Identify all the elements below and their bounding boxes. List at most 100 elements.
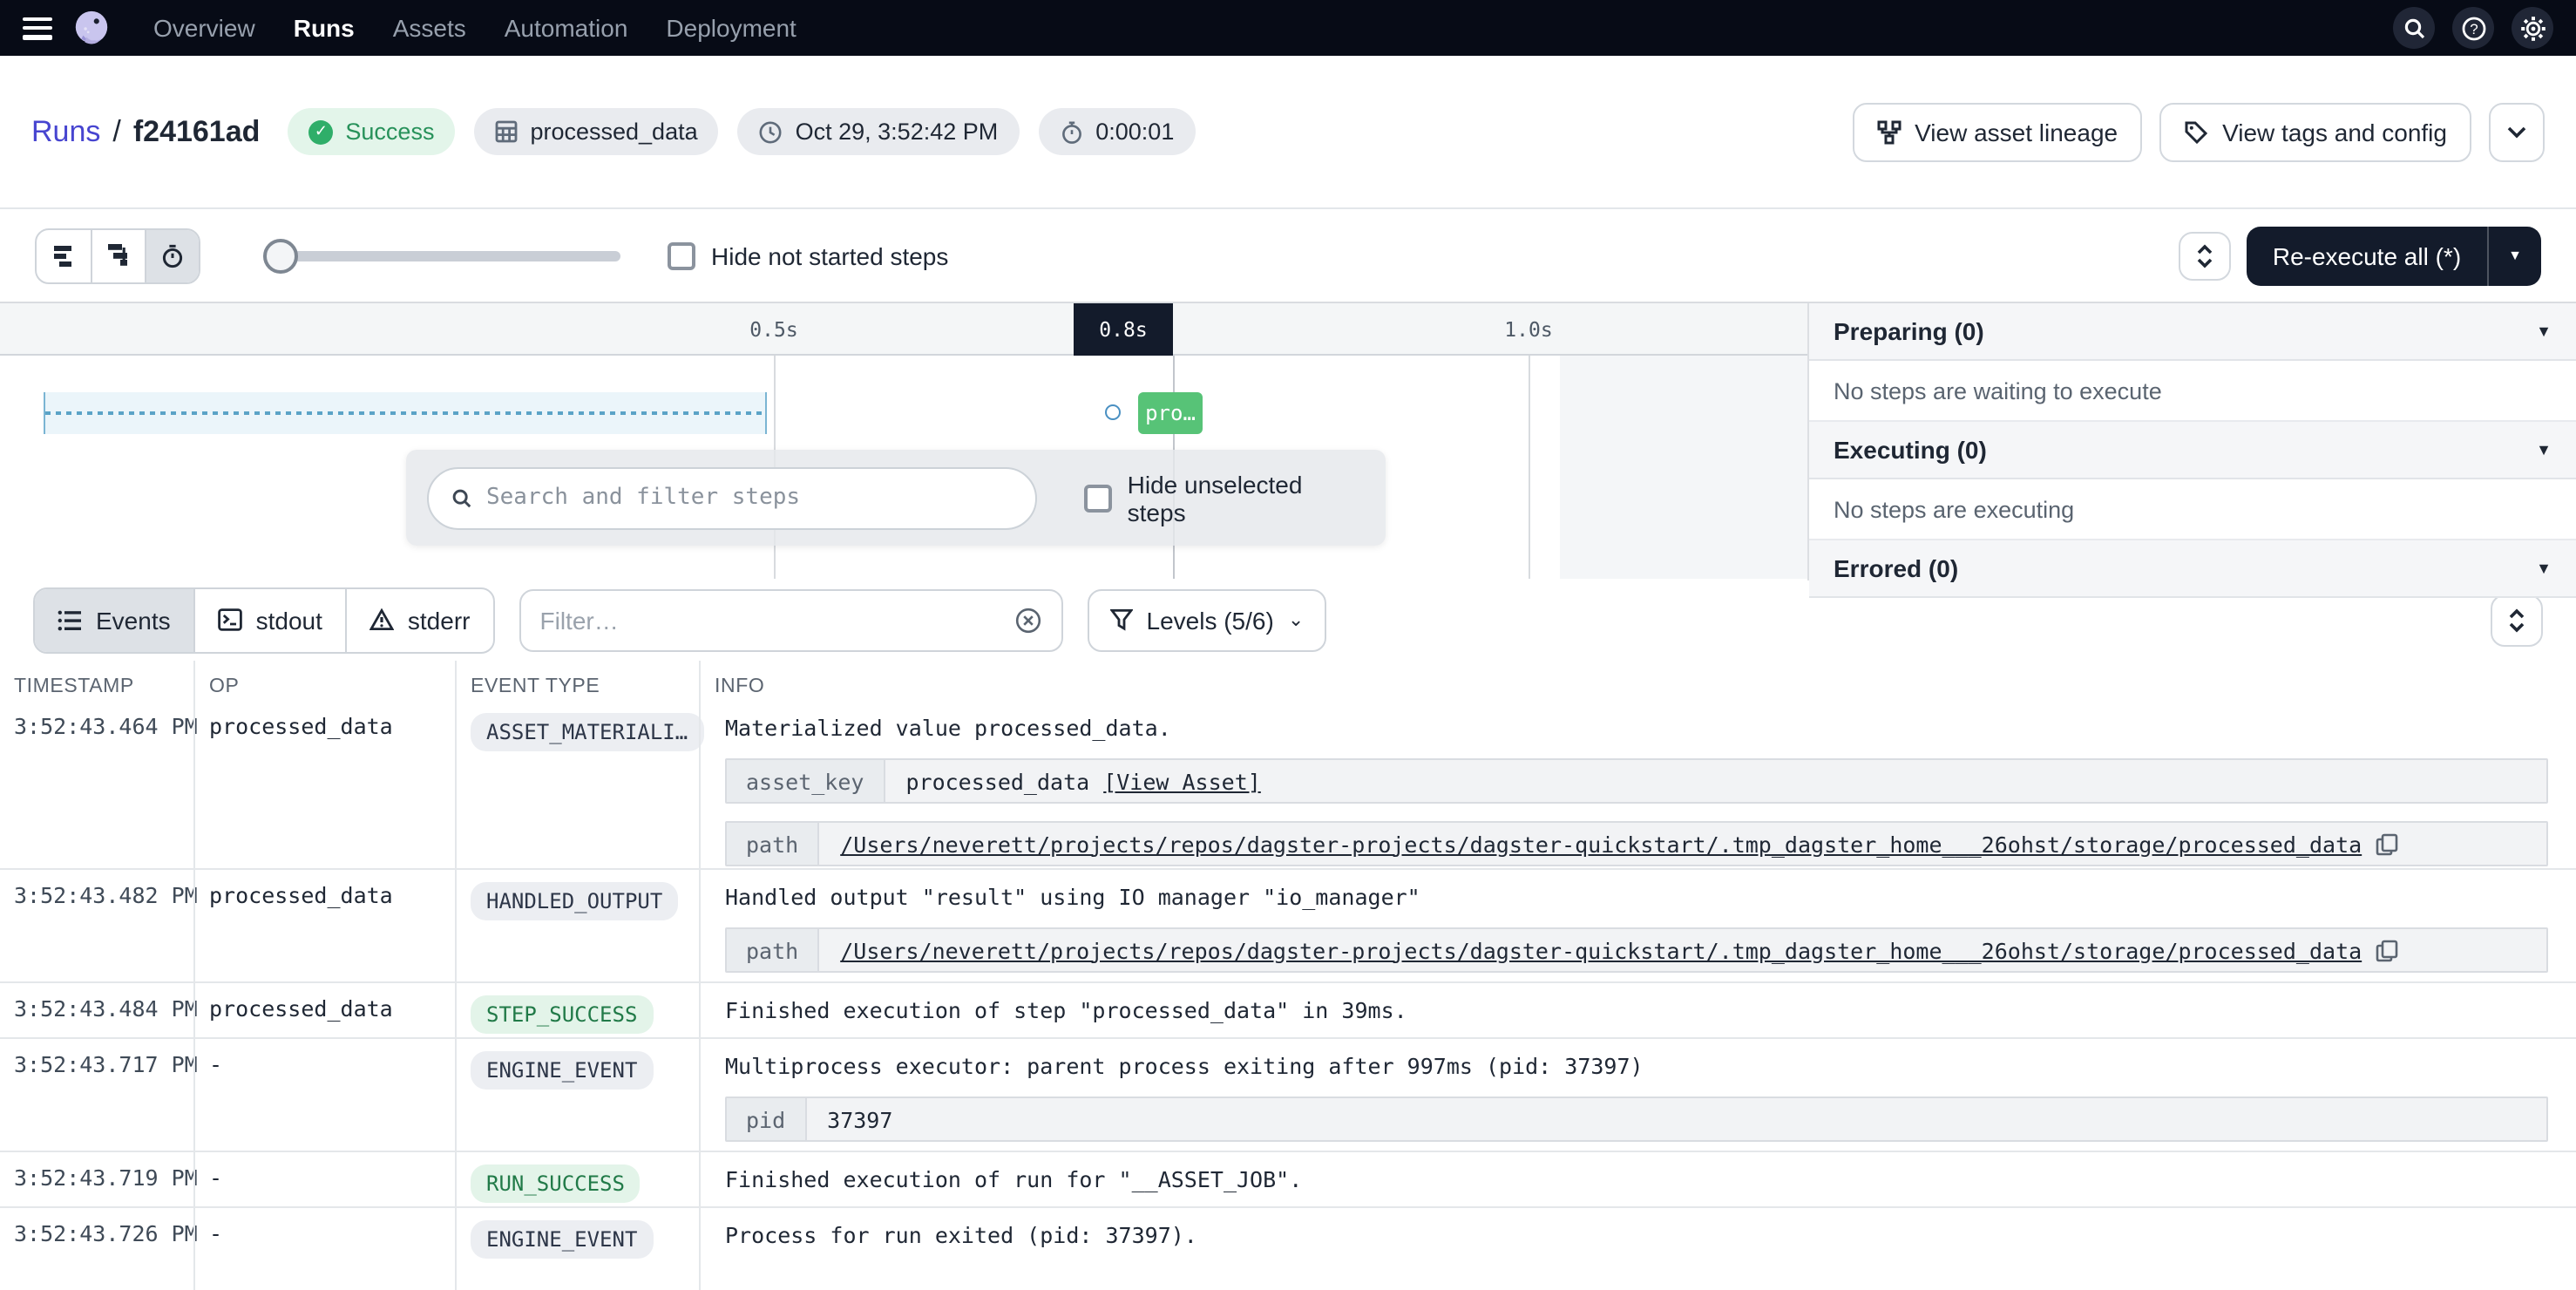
run-header-more-button[interactable] (2489, 102, 2545, 161)
nav-actions: ? (2393, 7, 2553, 49)
gantt-chart: 0.5s 0.8s 1.0s pro… Hide unselected step… (0, 302, 2576, 579)
table-row[interactable]: 3:52:43.464 PM processed_data ASSET_MATE… (0, 713, 2576, 868)
view-mode-timed-button[interactable] (145, 229, 199, 282)
timestamp-cell: 3:52:43.464 PM (0, 713, 193, 868)
reexecute-dropdown-caret[interactable]: ▼ (2489, 226, 2541, 285)
timestamp-cell: 3:52:43.726 PM (0, 1208, 193, 1290)
table-row[interactable]: 3:52:43.717 PM - ENGINE_EVENT Multiproce… (0, 1037, 2576, 1151)
table-grid-icon (495, 120, 518, 143)
breadcrumb-runs-link[interactable]: Runs (31, 114, 100, 149)
reexecute-all-label[interactable]: Re-execute all (*) (2247, 226, 2487, 285)
errored-section-header[interactable]: Errored (0) ▼ (1809, 540, 2576, 598)
nav-item-overview[interactable]: Overview (153, 14, 255, 42)
path-link[interactable]: /Users/neverett/projects/repos/dagster-p… (840, 937, 2362, 963)
preparing-section-header[interactable]: Preparing (0) ▼ (1809, 303, 2576, 361)
up-down-chevrons-icon (2196, 243, 2213, 268)
run-tags: ✓ Success processed_data Oct 29, 3:52:42… (288, 108, 1195, 155)
stopwatch-icon (1059, 119, 1083, 144)
nav-item-runs[interactable]: Runs (294, 14, 355, 42)
gantt-toolbar-right: Re-execute all (*) ▼ (2179, 226, 2541, 285)
view-asset-lineage-button[interactable]: View asset lineage (1852, 102, 2142, 161)
hide-not-started-label: Hide not started steps (711, 241, 948, 269)
nav-item-deployment[interactable]: Deployment (666, 14, 796, 42)
view-tags-config-button[interactable]: View tags and config (2159, 102, 2471, 161)
search-icon[interactable] (2393, 7, 2435, 49)
clock-icon (759, 119, 783, 144)
tab-events[interactable]: Events (35, 588, 193, 651)
nav-item-automation[interactable]: Automation (505, 14, 628, 42)
step-search-input[interactable] (486, 485, 1013, 511)
table-row[interactable]: 3:52:43.484 PM processed_data STEP_SUCCE… (0, 981, 2576, 1037)
breadcrumb-separator: / (112, 114, 120, 149)
duration-tag: 0:00:01 (1038, 108, 1195, 155)
gear-icon[interactable] (2512, 7, 2553, 49)
table-row[interactable]: 3:52:43.726 PM - ENGINE_EVENT Process fo… (0, 1206, 2576, 1290)
expand-collapse-button[interactable] (2179, 231, 2231, 280)
col-header-timestamp: TIMESTAMP (0, 661, 193, 713)
copy-icon[interactable] (2376, 939, 2398, 961)
levels-dropdown[interactable]: Levels (5/6) ⌄ (1088, 588, 1327, 651)
axis-tick-0-8s-highlighted: 0.8s (1074, 303, 1173, 356)
after-run-region (1560, 356, 1807, 579)
timestamp-cell: 3:52:43.717 PM (0, 1039, 193, 1151)
metadata-entry: pid 37397 (725, 1096, 2548, 1142)
timer-icon (160, 243, 185, 268)
chevron-down-icon: ⌄ (1288, 608, 1304, 631)
gantt-toolbar: Hide not started steps Re-execute all (*… (0, 209, 2576, 302)
executing-section-header[interactable]: Executing (0) ▼ (1809, 422, 2576, 479)
processed-data-step-bar[interactable]: pro… (1138, 392, 1203, 434)
col-header-info: INFO (699, 661, 2576, 713)
waiting-step-bar[interactable] (44, 392, 767, 434)
hide-not-started-checkbox[interactable] (668, 241, 695, 269)
op-cell: - (193, 1208, 455, 1290)
top-nav: Overview Runs Assets Automation Deployme… (0, 0, 2576, 56)
up-down-chevrons-icon (2508, 608, 2525, 632)
log-tabs: Events stdout stderr (33, 587, 495, 653)
asset-tag[interactable]: processed_data (474, 108, 718, 155)
info-cell: Multiprocess executor: parent process ex… (699, 1039, 2576, 1151)
zoom-slider-thumb[interactable] (263, 238, 298, 273)
copy-icon[interactable] (2376, 832, 2398, 855)
check-circle-icon: ✓ (308, 119, 333, 144)
step-filter-overlay: Hide unselected steps (406, 450, 1386, 546)
zoom-slider[interactable] (263, 238, 620, 273)
start-time-tag: Oct 29, 3:52:42 PM (738, 108, 1020, 155)
log-expand-collapse-button[interactable] (2491, 594, 2543, 646)
nav-item-assets[interactable]: Assets (393, 14, 466, 42)
path-link[interactable]: /Users/neverett/projects/repos/dagster-p… (840, 831, 2362, 857)
caret-down-icon: ▼ (2536, 441, 2552, 458)
executing-section-body: No steps are executing (1809, 479, 2576, 540)
event-type-badge: ENGINE_EVENT (471, 1051, 653, 1090)
table-header-row: TIMESTAMP OP EVENT TYPE INFO (0, 661, 2576, 713)
hide-not-started-row: Hide not started steps (668, 241, 948, 269)
hide-unselected-row: Hide unselected steps (1084, 470, 1365, 526)
clear-filter-icon[interactable] (1014, 606, 1042, 634)
table-row[interactable]: 3:52:43.719 PM - RUN_SUCCESS Finished ex… (0, 1151, 2576, 1206)
run-header: Runs / f24161ad ✓ Success processed_data… (0, 56, 2576, 209)
zoom-slider-track[interactable] (263, 250, 620, 261)
gantt-body[interactable]: pro… Hide unselected steps (0, 356, 1807, 579)
axis-tick-1-0s: 1.0s (1504, 303, 1552, 356)
log-filter-input[interactable] (540, 606, 1000, 634)
run-id: f24161ad (133, 114, 261, 149)
table-row[interactable]: 3:52:43.482 PM processed_data HANDLED_OU… (0, 868, 2576, 981)
reexecute-all-button[interactable]: Re-execute all (*) ▼ (2247, 226, 2541, 285)
search-icon (451, 487, 472, 508)
op-cell: - (193, 1152, 455, 1206)
event-type-badge: ENGINE_EVENT (471, 1220, 653, 1259)
tab-stdout[interactable]: stdout (193, 588, 345, 651)
op-cell: processed_data (193, 713, 455, 868)
help-icon[interactable]: ? (2452, 7, 2494, 49)
col-header-event-type: EVENT TYPE (455, 661, 699, 713)
nav-links: Overview Runs Assets Automation Deployme… (153, 14, 797, 42)
hide-unselected-checkbox[interactable] (1084, 484, 1112, 512)
view-asset-link[interactable]: [View Asset] (1103, 768, 1261, 794)
tab-stderr[interactable]: stderr (345, 588, 493, 651)
view-mode-flat-button[interactable] (37, 229, 91, 282)
hamburger-menu-icon[interactable] (23, 17, 52, 39)
gantt-view-mode-group (35, 227, 200, 283)
view-mode-waterfall-button[interactable] (91, 229, 145, 282)
dagster-logo-icon[interactable] (71, 8, 112, 48)
metadata-entry: path /Users/neverett/projects/repos/dags… (725, 927, 2548, 973)
breadcrumb: Runs / f24161ad (31, 114, 260, 149)
